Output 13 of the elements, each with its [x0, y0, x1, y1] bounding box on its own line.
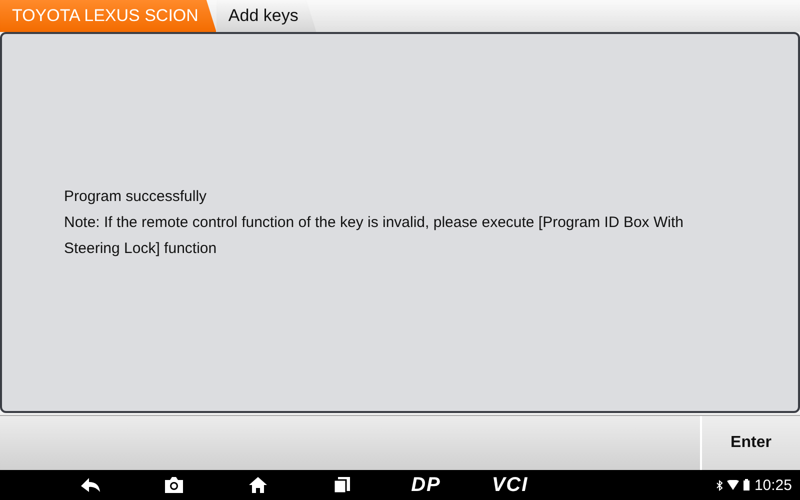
- back-icon[interactable]: [79, 476, 101, 494]
- battery-icon: [743, 479, 750, 491]
- app-logo[interactable]: VCI: [492, 474, 528, 496]
- recent-apps-icon[interactable]: [333, 476, 351, 494]
- camera-icon[interactable]: [164, 476, 184, 494]
- message-text: Note: If the remote control function of the key is invalid, please execute [Program ID Box With Steering Lock] function: [64, 212, 684, 258]
- app-logo[interactable]: DP: [411, 474, 441, 496]
- bluetooth-icon: [716, 480, 724, 490]
- wifi-icon: [727, 480, 740, 490]
- clock-time: 10:25: [754, 476, 792, 494]
- message-text: Program successfully: [64, 186, 208, 206]
- enter-button[interactable]: Enter: [700, 416, 800, 470]
- home-icon[interactable]: [248, 476, 268, 494]
